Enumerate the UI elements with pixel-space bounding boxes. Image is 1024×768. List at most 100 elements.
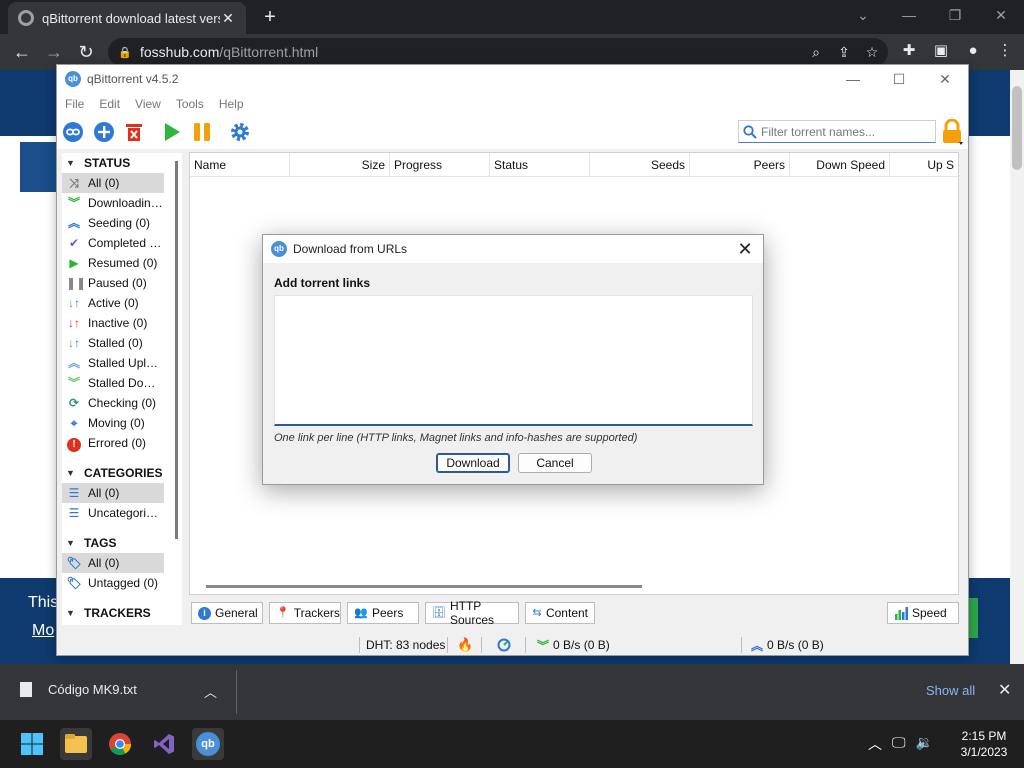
tab-peers[interactable]: 👥 Peers xyxy=(347,602,419,624)
volume-icon[interactable]: 🔉 xyxy=(916,734,933,754)
menu-view[interactable]: View xyxy=(135,93,161,115)
tags-section-header[interactable]: ▼ TAGS xyxy=(62,533,182,553)
resume-play-icon[interactable] xyxy=(161,121,183,143)
page-scrollbar-thumb[interactable] xyxy=(1012,86,1022,170)
qbittorrent-taskbar-icon[interactable]: qb xyxy=(192,728,224,760)
table-horizontal-scrollbar[interactable] xyxy=(206,585,642,588)
qbt-close-icon[interactable]: ✕ xyxy=(922,65,968,93)
sidebar-item-stalled-downloading[interactable]: ︾ Stalled Downloading (0) xyxy=(62,373,182,393)
lock-icon[interactable] xyxy=(941,119,963,145)
new-tab-button[interactable]: + xyxy=(258,6,282,28)
share-icon[interactable]: ⇪ xyxy=(834,42,854,62)
speed-limit-icon[interactable] xyxy=(497,637,511,653)
filter-torrents-box[interactable] xyxy=(738,120,936,143)
profile-avatar-icon[interactable]: ● xyxy=(962,40,984,62)
column-seeds[interactable]: Seeds xyxy=(590,153,690,177)
delete-torrent-icon[interactable] xyxy=(123,121,145,143)
windows-start-icon[interactable] xyxy=(16,728,48,760)
status-section-header[interactable]: ▼ STATUS xyxy=(62,153,182,173)
tab-trackers[interactable]: 📍 Trackers xyxy=(269,602,341,624)
cancel-button[interactable]: Cancel xyxy=(518,453,592,473)
chrome-icon[interactable] xyxy=(104,728,136,760)
forward-arrow-icon[interactable]: → xyxy=(42,40,66,64)
firewall-flame-icon[interactable]: 🔥 xyxy=(457,637,473,653)
column-peers[interactable]: Peers xyxy=(690,153,790,177)
minimize-icon[interactable]: — xyxy=(886,0,932,30)
download-item[interactable]: Código MK9.txt xyxy=(20,682,137,697)
upload-speed-status[interactable]: ︽ 0 B/s (0 B) xyxy=(751,637,824,653)
browser-tab[interactable]: qBittorrent download latest version ✕ xyxy=(8,2,246,34)
sidebar-item-untagged[interactable]: 🏷 Untagged (0) xyxy=(62,573,182,593)
tab-close-icon[interactable]: ✕ xyxy=(220,10,236,27)
bookmark-star-icon[interactable]: ☆ xyxy=(862,42,882,62)
tab-speed[interactable]: Speed xyxy=(887,602,959,624)
side-panel-icon[interactable]: ▣ xyxy=(930,40,952,62)
column-up-speed[interactable]: Up S xyxy=(890,153,958,177)
column-name[interactable]: Name xyxy=(190,153,290,177)
column-down-speed[interactable]: Down Speed xyxy=(790,153,890,177)
column-size[interactable]: Size xyxy=(290,153,390,177)
chevron-up-icon[interactable]: ︿ xyxy=(204,682,217,701)
column-status[interactable]: Status xyxy=(490,153,590,177)
visual-studio-icon[interactable] xyxy=(148,728,180,760)
dialog-close-icon[interactable]: ✕ xyxy=(733,237,757,261)
restore-icon[interactable]: ❐ xyxy=(932,0,978,30)
torrent-links-textarea[interactable] xyxy=(274,295,753,426)
filter-torrents-input[interactable] xyxy=(761,124,931,139)
search-icon[interactable]: ⌕ xyxy=(806,42,826,62)
status-separator xyxy=(447,637,448,653)
sidebar-item-stalled-uploading[interactable]: ︽ Stalled Uploading (0) xyxy=(62,353,182,373)
back-arrow-icon[interactable]: ← xyxy=(10,40,34,64)
qbt-maximize-icon[interactable]: ☐ xyxy=(876,65,922,93)
add-torrent-link-icon[interactable] xyxy=(62,121,84,143)
sidebar-item-category-all[interactable]: ☰ All (0) xyxy=(62,483,164,503)
links-hint-text: One link per line (HTTP links, Magnet li… xyxy=(274,432,638,444)
address-bar[interactable]: 🔒 fosshub.com/qBittorrent.html ⌕ ⇪ ☆ xyxy=(108,38,888,66)
download-button[interactable]: Download xyxy=(436,453,510,473)
tab-general[interactable]: i General xyxy=(191,602,263,624)
close-window-icon[interactable]: ✕ xyxy=(978,0,1024,30)
qbt-minimize-icon[interactable]: — xyxy=(830,65,876,93)
trackers-section-header[interactable]: ▼ TRACKERS xyxy=(62,603,182,623)
tab-content[interactable]: ⇆ Content xyxy=(525,602,595,624)
pause-icon[interactable] xyxy=(191,121,213,143)
file-explorer-icon[interactable] xyxy=(60,728,92,760)
sidebar-item-errored[interactable]: ! Errored (0) xyxy=(62,433,182,453)
column-progress[interactable]: Progress xyxy=(390,153,490,177)
menu-tools[interactable]: Tools xyxy=(176,93,204,115)
sidebar-item-tag-all[interactable]: 🏷 All (0) xyxy=(62,553,164,573)
tab-http-sources[interactable]: 🗄 HTTP Sources xyxy=(425,599,519,627)
categories-section-header[interactable]: ▼ CATEGORIES xyxy=(62,463,182,483)
menu-file[interactable]: File xyxy=(65,93,84,115)
sidebar-item-inactive[interactable]: ↓↑ Inactive (0) xyxy=(62,313,182,333)
sidebar-item-checking[interactable]: ⟳ Checking (0) xyxy=(62,393,182,413)
sidebar-item-paused[interactable]: ❚❚ Paused (0) xyxy=(62,273,182,293)
sidebar-item-completed[interactable]: ✔ Completed (0) xyxy=(62,233,182,253)
site-link[interactable]: Mo xyxy=(32,622,54,640)
sidebar-item-stalled[interactable]: ↓↑ Stalled (0) xyxy=(62,333,182,353)
menu-edit[interactable]: Edit xyxy=(99,93,120,115)
sidebar-item-moving[interactable]: ⌖ Moving (0) xyxy=(62,413,182,433)
chevron-down-icon[interactable]: ⌄ xyxy=(840,0,886,30)
chevron-down-icon: ▼ xyxy=(66,468,75,478)
sidebar-item-seeding[interactable]: ︽ Seeding (0) xyxy=(62,213,182,233)
sidebar-item-status-all[interactable]: ⤨ All (0) xyxy=(62,173,164,193)
add-torrent-file-icon[interactable] xyxy=(93,121,115,143)
kebab-menu-icon[interactable]: ⋮ xyxy=(994,40,1016,62)
download-speed-status[interactable]: ︾ 0 B/s (0 B) xyxy=(537,637,610,653)
chevron-up-icon[interactable]: ︿ xyxy=(868,734,882,754)
sidebar-item-downloading[interactable]: ︾ Downloading (0) xyxy=(62,193,182,213)
menu-help[interactable]: Help xyxy=(219,93,244,115)
sidebar-item-active[interactable]: ↓↑ Active (0) xyxy=(62,293,182,313)
reload-icon[interactable]: ↻ xyxy=(74,40,98,64)
sidebar-item-resumed[interactable]: ▶ Resumed (0) xyxy=(62,253,182,273)
extensions-puzzle-icon[interactable]: ✚ xyxy=(898,40,920,62)
network-icon[interactable]: 🖵 xyxy=(892,734,906,754)
qbt-statusbar: DHT: 83 nodes 🔥 ︾ 0 B/s (0 B) ︽ 0 B/s (0… xyxy=(57,633,968,655)
options-gear-icon[interactable] xyxy=(229,121,251,143)
show-all-link[interactable]: Show all xyxy=(926,683,975,698)
sidebar-scrollbar[interactable] xyxy=(175,161,178,539)
close-shelf-icon[interactable]: ✕ xyxy=(998,680,1011,700)
sidebar-item-uncategorized[interactable]: ☰ Uncategorized (0) xyxy=(62,503,182,523)
clock[interactable]: 2:15 PM 3/1/2023 xyxy=(948,728,1020,760)
